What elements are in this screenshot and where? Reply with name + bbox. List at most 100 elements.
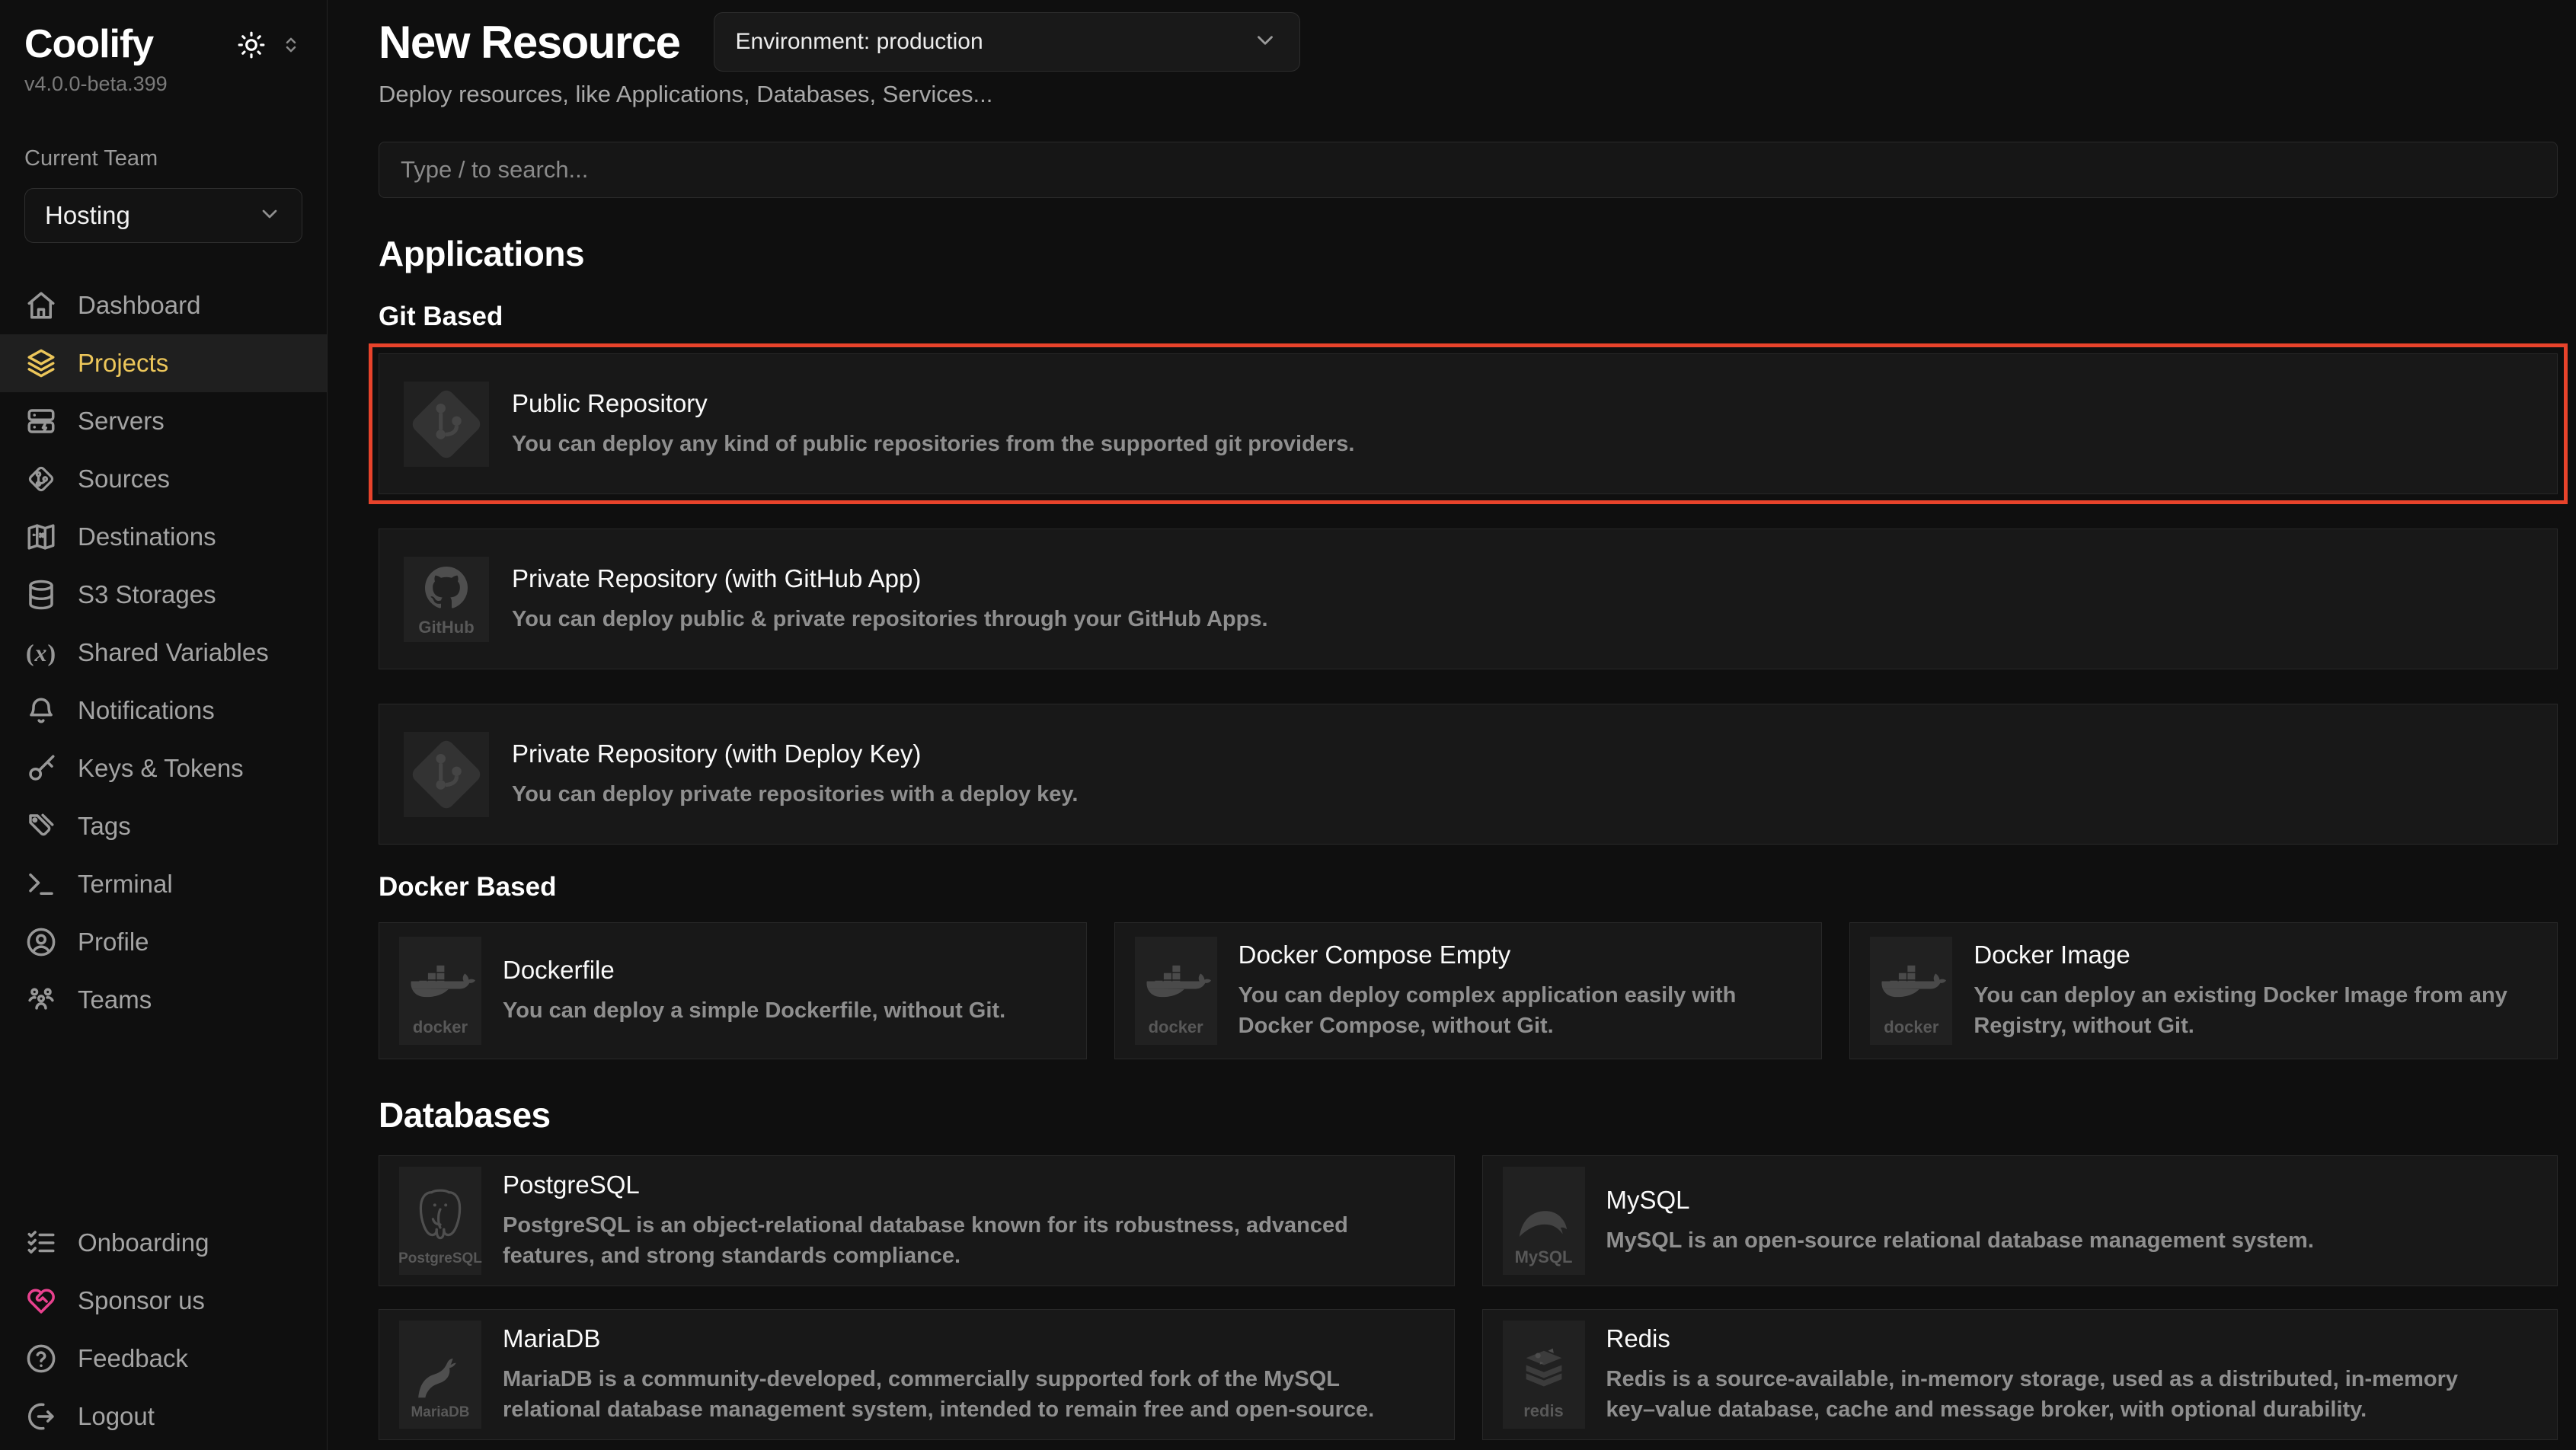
search-input[interactable] — [379, 142, 2558, 198]
card-description: You can deploy any kind of public reposi… — [512, 429, 1354, 459]
card-title: Docker Compose Empty — [1238, 941, 1817, 969]
server-icon — [24, 405, 58, 437]
postgresql-logo-icon: PostgreSQL — [399, 1167, 481, 1275]
card-docker-image[interactable]: docker Docker Image You can deploy an ex… — [1849, 922, 2558, 1059]
mysql-wordmark: MySQL — [1515, 1247, 1573, 1267]
git-branch-icon — [24, 463, 58, 495]
card-title: PostgreSQL — [503, 1171, 1409, 1199]
checklist-icon — [24, 1227, 58, 1259]
environment-select[interactable]: Environment: production — [714, 12, 1300, 72]
key-icon — [24, 752, 58, 784]
card-title: Docker Image — [1974, 941, 2552, 969]
card-mariadb[interactable]: MariaDB MariaDB MariaDB is a community-d… — [379, 1309, 1455, 1440]
docker-logo-icon: docker — [1135, 937, 1217, 1045]
card-description: You can deploy private repositories with… — [512, 779, 1078, 810]
sidebar-item-logout[interactable]: Logout — [0, 1388, 327, 1445]
sidebar-item-profile[interactable]: Profile — [0, 913, 327, 971]
environment-select-value: Environment: production — [736, 29, 983, 55]
card-public-repository[interactable]: Public Repository You can deploy any kin… — [379, 353, 2558, 494]
card-title: MariaDB — [503, 1324, 1409, 1353]
github-wordmark: GitHub — [418, 618, 474, 637]
mariadb-wordmark: MariaDB — [411, 1404, 469, 1421]
sidebar-header: Coolify — [24, 23, 302, 66]
card-description: PostgreSQL is an object-relational datab… — [503, 1210, 1409, 1271]
terminal-icon — [24, 868, 58, 900]
git-logo-icon — [404, 382, 489, 467]
database-cards-row-1: PostgreSQL PostgreSQL PostgreSQL is an o… — [379, 1155, 2558, 1286]
github-logo-icon: GitHub — [404, 557, 489, 642]
main-content: New Resource Environment: production Dep… — [379, 0, 2558, 1450]
current-team-label: Current Team — [24, 146, 302, 171]
home-icon — [24, 289, 58, 321]
user-icon — [24, 926, 58, 958]
card-title: MySQL — [1606, 1186, 2314, 1215]
sidebar-item-destinations[interactable]: Destinations — [0, 508, 327, 566]
mysql-logo-icon: MySQL — [1503, 1167, 1585, 1275]
help-icon — [24, 1343, 58, 1375]
sidebar-item-shared-variables[interactable]: (x) Shared Variables — [0, 624, 327, 682]
sidebar-item-notifications[interactable]: Notifications — [0, 682, 327, 739]
heart-hands-icon — [24, 1285, 58, 1317]
docker-wordmark: docker — [413, 1017, 468, 1037]
card-title: Private Repository (with Deploy Key) — [512, 739, 1078, 768]
docker-wordmark: docker — [1149, 1017, 1203, 1037]
sidebar-item-projects[interactable]: Projects — [0, 334, 327, 392]
team-select-value: Hosting — [45, 201, 130, 230]
sidebar-item-s3-storages[interactable]: S3 Storages — [0, 566, 327, 624]
card-description: You can deploy a simple Dockerfile, with… — [503, 995, 1005, 1026]
card-title: Public Repository — [512, 389, 1354, 418]
applications-section-title: Applications — [379, 233, 2558, 274]
databases-section-title: Databases — [379, 1094, 2558, 1135]
docker-logo-icon: docker — [1870, 937, 1952, 1045]
sidebar-item-sources[interactable]: Sources — [0, 450, 327, 508]
sidebar-item-onboarding[interactable]: Onboarding — [0, 1214, 327, 1272]
sidebar-item-teams[interactable]: Teams — [0, 971, 327, 1029]
app-logo[interactable]: Coolify — [24, 23, 153, 66]
map-icon — [24, 521, 58, 553]
sidebar-item-tags[interactable]: Tags — [0, 797, 327, 855]
card-description: Redis is a source-available, in-memory s… — [1606, 1364, 2513, 1425]
card-redis[interactable]: redis Redis Redis is a source-available,… — [1482, 1309, 2558, 1440]
redis-wordmark: redis — [1523, 1401, 1564, 1421]
sidebar-item-sponsor-us[interactable]: Sponsor us — [0, 1272, 327, 1330]
card-description: MySQL is an open-source relational datab… — [1606, 1225, 2314, 1256]
variables-icon: (x) — [24, 639, 58, 667]
card-private-repository-github-app[interactable]: GitHub Private Repository (with GitHub A… — [379, 529, 2558, 669]
chevrons-up-down-icon[interactable] — [280, 34, 302, 56]
sidebar: Coolify v4.0.0-beta.399 Current Team Hos… — [0, 0, 328, 1450]
team-select[interactable]: Hosting — [24, 188, 302, 243]
card-title: Dockerfile — [503, 956, 1005, 985]
card-private-repository-deploy-key[interactable]: Private Repository (with Deploy Key) You… — [379, 704, 2558, 845]
layers-icon — [24, 347, 58, 379]
redis-logo-icon: redis — [1503, 1321, 1585, 1429]
sidebar-item-servers[interactable]: Servers — [0, 392, 327, 450]
card-description: You can deploy complex application easil… — [1238, 980, 1817, 1041]
sidebar-item-dashboard[interactable]: Dashboard — [0, 276, 327, 334]
page-subtitle: Deploy resources, like Applications, Dat… — [379, 81, 2558, 108]
mariadb-logo-icon: MariaDB — [399, 1321, 481, 1429]
sidebar-nav: Dashboard Projects Servers Sources Desti… — [0, 276, 327, 1029]
postgresql-wordmark: PostgreSQL — [398, 1250, 482, 1267]
card-description: MariaDB is a community-developed, commer… — [503, 1364, 1409, 1425]
sidebar-item-keys-tokens[interactable]: Keys & Tokens — [0, 739, 327, 797]
card-description: You can deploy public & private reposito… — [512, 604, 1268, 634]
git-based-subsection-title: Git Based — [379, 302, 2558, 332]
coolify-new-resource-page: Coolify v4.0.0-beta.399 Current Team Hos… — [0, 0, 2576, 1450]
page-title: New Resource — [379, 16, 680, 69]
docker-wordmark: docker — [1884, 1017, 1938, 1037]
sidebar-item-terminal[interactable]: Terminal — [0, 855, 327, 913]
users-icon — [24, 984, 58, 1016]
docker-logo-icon: docker — [399, 937, 481, 1045]
sidebar-item-feedback[interactable]: Feedback — [0, 1330, 327, 1388]
card-dockerfile[interactable]: docker Dockerfile You can deploy a simpl… — [379, 922, 1087, 1059]
bell-icon — [24, 695, 58, 727]
card-postgresql[interactable]: PostgreSQL PostgreSQL PostgreSQL is an o… — [379, 1155, 1455, 1286]
chevron-down-icon — [257, 202, 282, 230]
theme-toggle-sun-icon[interactable] — [237, 30, 266, 59]
card-docker-compose-empty[interactable]: docker Docker Compose Empty You can depl… — [1114, 922, 1823, 1059]
logout-icon — [24, 1400, 58, 1432]
docker-based-cards: docker Dockerfile You can deploy a simpl… — [379, 922, 2558, 1059]
sidebar-footer: Onboarding Sponsor us Feedback Logout — [0, 1214, 327, 1445]
card-mysql[interactable]: MySQL MySQL MySQL is an open-source rela… — [1482, 1155, 2558, 1286]
app-version: v4.0.0-beta.399 — [24, 72, 302, 96]
